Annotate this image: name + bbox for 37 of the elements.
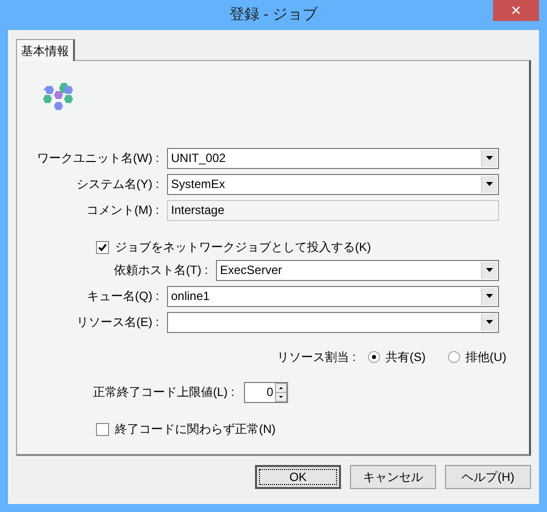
field-value: Interstage	[171, 202, 224, 219]
field-label: リソース名(E) :	[75, 314, 160, 331]
radio-label: 排他(U)	[466, 349, 506, 366]
window-title: 登録 - ジョブ	[229, 4, 318, 25]
spin-arrows-icon[interactable]	[275, 382, 288, 402]
field-label: 依頼ホスト名(T) :	[113, 262, 209, 279]
input-field[interactable]: Interstage	[167, 200, 499, 220]
field-label: 正常終了コード上限値(L) :	[93, 384, 236, 401]
field-value: 0	[266, 384, 274, 401]
dropdown-field[interactable]: SystemEx	[167, 174, 499, 194]
dropdown-field[interactable]: online1	[167, 286, 499, 306]
radio-group-label: リソース割当 :	[277, 349, 356, 366]
field-label: システム名(Y) :	[75, 176, 160, 193]
close-button[interactable]: ✕	[493, 0, 539, 21]
tab[interactable]: 基本情報	[16, 39, 75, 61]
dropdown-field[interactable]: ExecServer	[216, 260, 499, 280]
checkbox-label: ジョブをネットワークジョブとして投入する(K)	[115, 239, 371, 256]
field-value: online1	[170, 288, 211, 305]
hexagon-cluster-icon	[42, 81, 76, 113]
checkbox[interactable]	[96, 422, 109, 436]
spin-field[interactable]: 0	[244, 382, 288, 402]
field-value: ExecServer	[219, 262, 284, 279]
field-value: SystemEx	[170, 176, 226, 193]
checkbox[interactable]	[96, 240, 109, 254]
field-label: コメント(M) :	[85, 202, 160, 219]
dialog-button[interactable]: OK	[255, 465, 341, 489]
radio-label: 共有(S)	[386, 349, 426, 366]
dialog-button[interactable]: キャンセル	[350, 465, 436, 489]
field-label: キュー名(Q) :	[86, 288, 160, 305]
field-value: UNIT_002	[170, 150, 227, 167]
dropdown-field[interactable]	[167, 312, 499, 332]
checkbox-label: 終了コードに関わらず正常(N)	[115, 421, 276, 438]
radio-button[interactable]	[368, 351, 380, 363]
dialog-button[interactable]: ヘルプ(H)	[445, 465, 531, 489]
dropdown-field[interactable]: UNIT_002	[167, 148, 499, 168]
radio-button[interactable]	[448, 351, 460, 363]
field-label: ワークユニット名(W) :	[36, 150, 160, 167]
